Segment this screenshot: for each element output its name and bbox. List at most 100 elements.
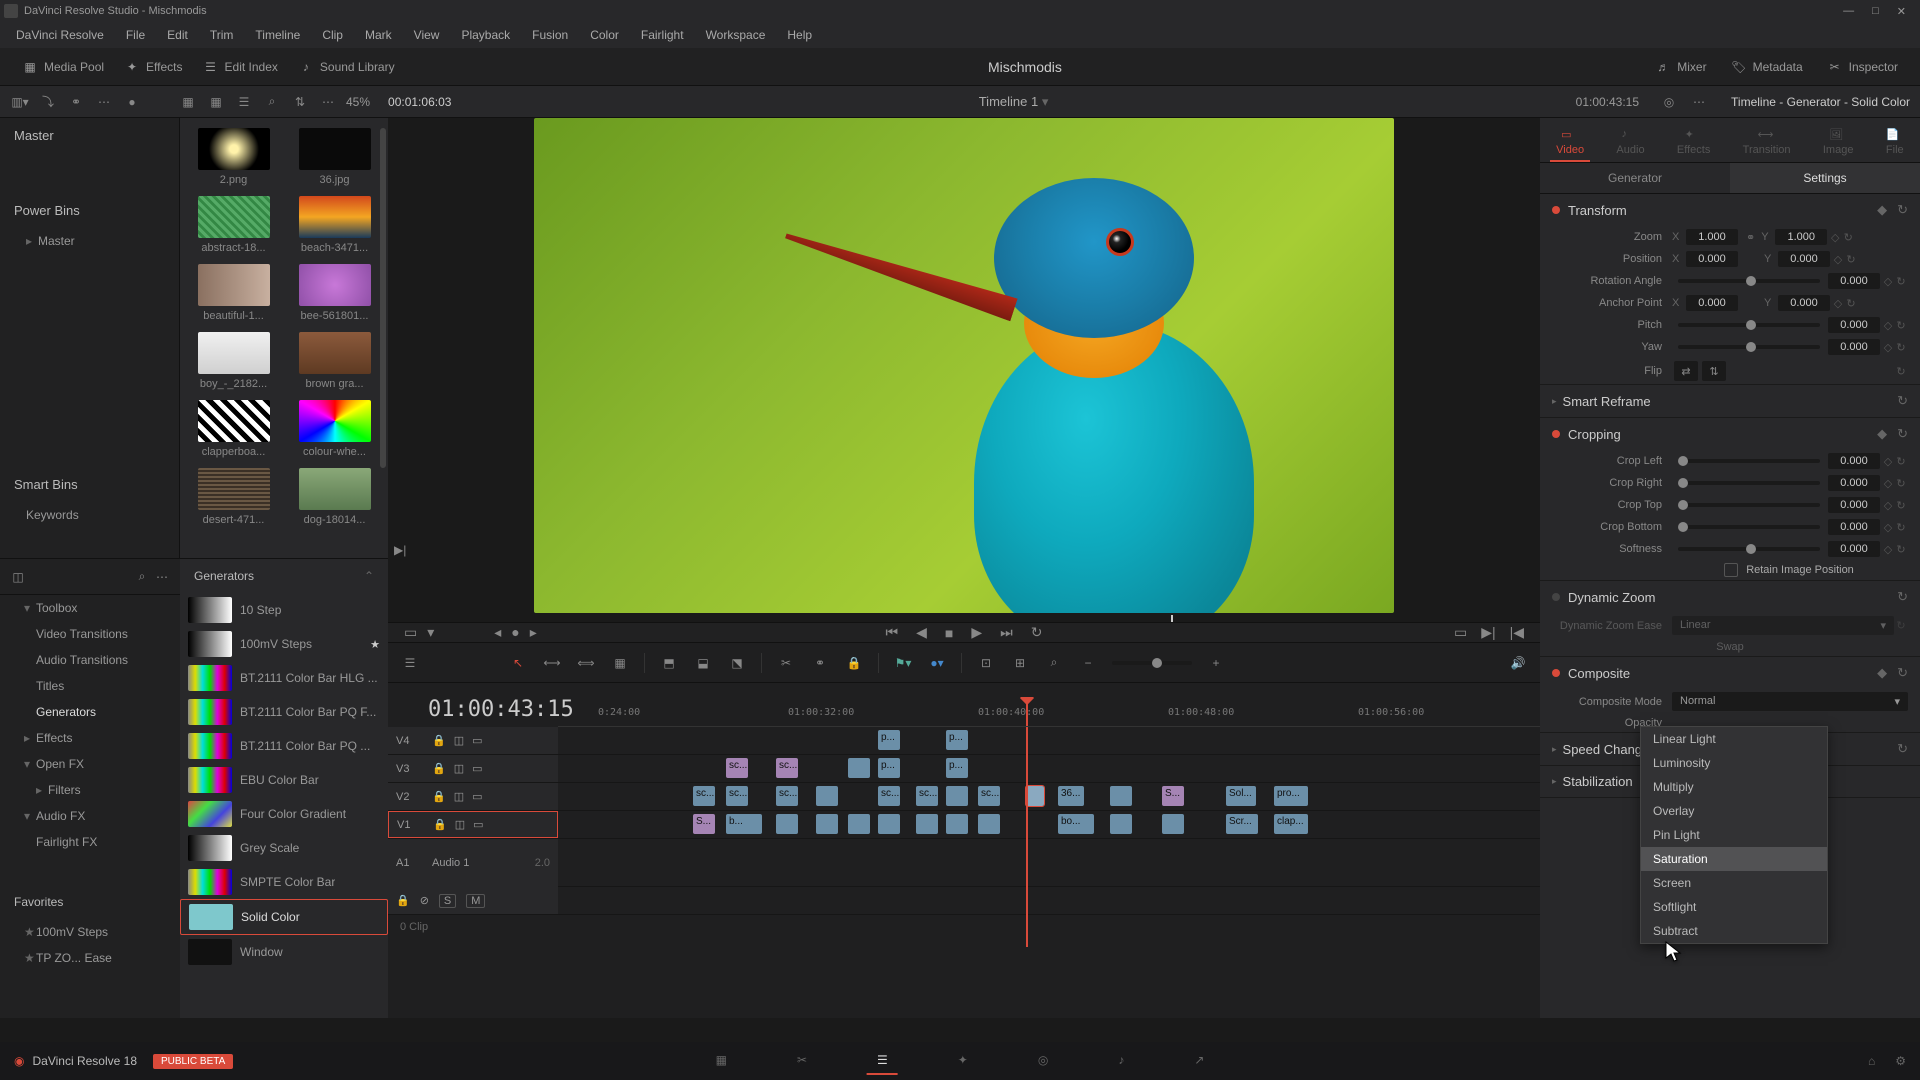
media-thumb[interactable]: dog-18014... <box>291 468 378 526</box>
anchor-x-field[interactable]: 0.000 <box>1686 295 1738 311</box>
options-icon[interactable]: ⋯ <box>318 92 338 112</box>
reset-icon[interactable]: ↻ <box>1897 426 1908 442</box>
generator-item[interactable]: Solid Color <box>180 899 388 935</box>
inspector-tab-image[interactable]: 🖼Image <box>1817 124 1860 162</box>
reset-icon[interactable]: ↻ <box>1894 477 1908 490</box>
timeline-clip[interactable]: 36... <box>1058 786 1084 806</box>
side-panel-icon[interactable]: ◫ <box>8 567 28 587</box>
flip-h-button[interactable]: ⇄ <box>1674 361 1698 381</box>
match-frame-icon[interactable]: ▭ <box>1454 624 1467 641</box>
menu-edit[interactable]: Edit <box>157 25 198 45</box>
media-thumb[interactable]: abstract-18... <box>190 196 277 254</box>
solo-button[interactable]: S <box>439 894 456 908</box>
keyframe-icon[interactable]: ◇ <box>1882 543 1894 556</box>
timeline-clip[interactable]: sc... <box>916 786 938 806</box>
import-icon[interactable]: ⤵ <box>38 92 58 112</box>
inspector-tab-transition[interactable]: ⟷Transition <box>1737 124 1797 162</box>
timeline-clip[interactable] <box>946 814 968 834</box>
transform-enable-dot[interactable] <box>1552 206 1560 214</box>
dynzoom-enable-dot[interactable] <box>1552 593 1560 601</box>
page-media[interactable]: ▦ <box>706 1047 737 1075</box>
stabilization-header[interactable]: Stabilization <box>1563 774 1633 789</box>
timeline-clip[interactable] <box>978 814 1000 834</box>
timeline-clip[interactable]: sc... <box>978 786 1000 806</box>
marker-icon[interactable]: ●▾ <box>927 656 947 670</box>
fx-video-transitions[interactable]: Video Transitions <box>0 621 180 647</box>
media-thumb[interactable]: brown gra... <box>291 332 378 390</box>
crop-left-field[interactable]: 0.000 <box>1828 453 1880 469</box>
page-fairlight[interactable]: ♪ <box>1108 1047 1134 1075</box>
audio-track-header[interactable]: A1Audio 12.0 <box>388 839 558 887</box>
retain-checkbox[interactable] <box>1724 563 1738 577</box>
dropdown-option[interactable]: Luminosity <box>1641 751 1827 775</box>
swap-label[interactable]: Swap <box>1716 641 1744 653</box>
generator-item[interactable]: Grey Scale <box>180 831 388 865</box>
generator-item[interactable]: BT.2111 Color Bar HLG ... <box>180 661 388 695</box>
timeline-clip[interactable] <box>848 758 870 778</box>
page-fusion[interactable]: ✦ <box>948 1047 978 1075</box>
metadata-button[interactable]: 🏷Metadata <box>1721 55 1813 79</box>
zoom-slider[interactable] <box>1112 661 1192 665</box>
zoom-x-field[interactable]: 1.000 <box>1686 229 1738 245</box>
viewer-scrubber[interactable] <box>388 613 1540 622</box>
flip-v-button[interactable]: ⇅ <box>1702 361 1726 381</box>
link-icon[interactable]: ⚭ <box>66 92 86 112</box>
viewer-options-icon[interactable]: ⋯ <box>1689 92 1709 112</box>
inspector-button[interactable]: ✂Inspector <box>1817 55 1908 79</box>
keyframe-icon[interactable]: ◇ <box>1832 253 1844 266</box>
zoom-detail-icon[interactable]: ⊞ <box>1010 656 1030 670</box>
list-view-icon[interactable]: ☰ <box>234 92 254 112</box>
keyframe-icon[interactable]: ◆ <box>1877 665 1887 681</box>
power-bin-master[interactable]: ▸Master <box>0 228 179 254</box>
keyframe-icon[interactable]: ◇ <box>1882 275 1894 288</box>
dropdown-option[interactable]: Linear Light <box>1641 727 1827 751</box>
crop-top-slider[interactable] <box>1678 503 1820 507</box>
link-clips-icon[interactable]: ⚭ <box>810 656 830 670</box>
fx-audio-transitions[interactable]: Audio Transitions <box>0 647 180 673</box>
dropdown-option[interactable]: Saturation <box>1641 847 1827 871</box>
rotation-field[interactable]: 0.000 <box>1828 273 1880 289</box>
reset-icon[interactable]: ↻ <box>1894 319 1908 332</box>
insert-clip-icon[interactable]: ⬒ <box>659 656 679 670</box>
window-maximize[interactable]: □ <box>1872 5 1879 18</box>
timeline-clip[interactable]: p... <box>946 758 968 778</box>
generator-item[interactable]: BT.2111 Color Bar PQ F... <box>180 695 388 729</box>
reset-icon[interactable]: ↻ <box>1897 741 1908 757</box>
record-icon[interactable]: ● <box>122 92 142 112</box>
audio-track-sub[interactable]: 🔒⊘SM <box>388 887 558 914</box>
smart-reframe-header[interactable]: Smart Reframe <box>1563 394 1651 409</box>
timeline-clip[interactable] <box>1110 786 1132 806</box>
timeline-clip[interactable] <box>848 814 870 834</box>
timeline-clip[interactable]: clap... <box>1274 814 1308 834</box>
pos-y-field[interactable]: 0.000 <box>1778 251 1830 267</box>
media-scrollbar[interactable] <box>380 128 386 468</box>
mute-button[interactable]: M <box>466 894 485 908</box>
timeline-clip[interactable]: Sol... <box>1226 786 1256 806</box>
reset-icon[interactable]: ↻ <box>1894 543 1908 556</box>
zoom-y-field[interactable]: 1.000 <box>1775 229 1827 245</box>
transform-header[interactable]: Transform <box>1568 203 1627 218</box>
timeline-clip[interactable]: sc... <box>776 758 798 778</box>
next-clip-icon[interactable]: ▶| <box>1481 624 1495 641</box>
inspector-generator-tab[interactable]: Generator <box>1540 163 1730 193</box>
blade-tool-icon[interactable]: ▦ <box>610 656 630 670</box>
composite-header[interactable]: Composite <box>1568 666 1630 681</box>
timeline-clip[interactable] <box>1026 786 1044 806</box>
media-thumb[interactable]: bee-561801... <box>291 264 378 322</box>
reset-icon[interactable]: ↻ <box>1844 297 1858 310</box>
track-header[interactable]: V2🔒◫▭ <box>388 783 558 810</box>
dropdown-option[interactable]: Overlay <box>1641 799 1827 823</box>
auto-select-icon[interactable]: ◫ <box>454 790 464 803</box>
reset-icon[interactable]: ↻ <box>1897 202 1908 218</box>
loop-icon[interactable]: ↻ <box>1031 624 1043 641</box>
cropping-header[interactable]: Cropping <box>1568 427 1621 442</box>
composite-enable-dot[interactable] <box>1552 669 1560 677</box>
composite-mode-select[interactable]: Normal▾ <box>1672 692 1908 711</box>
inspector-tab-audio[interactable]: ♪Audio <box>1610 124 1650 162</box>
auto-select-icon[interactable]: ◫ <box>454 762 464 775</box>
play-icon[interactable]: ▶ <box>971 624 982 641</box>
zoom-custom-icon[interactable]: ⌕ <box>1044 655 1064 670</box>
dropdown-option[interactable]: Pin Light <box>1641 823 1827 847</box>
menu-playback[interactable]: Playback <box>451 25 520 45</box>
collapse-icon[interactable]: ⌃ <box>364 569 374 583</box>
